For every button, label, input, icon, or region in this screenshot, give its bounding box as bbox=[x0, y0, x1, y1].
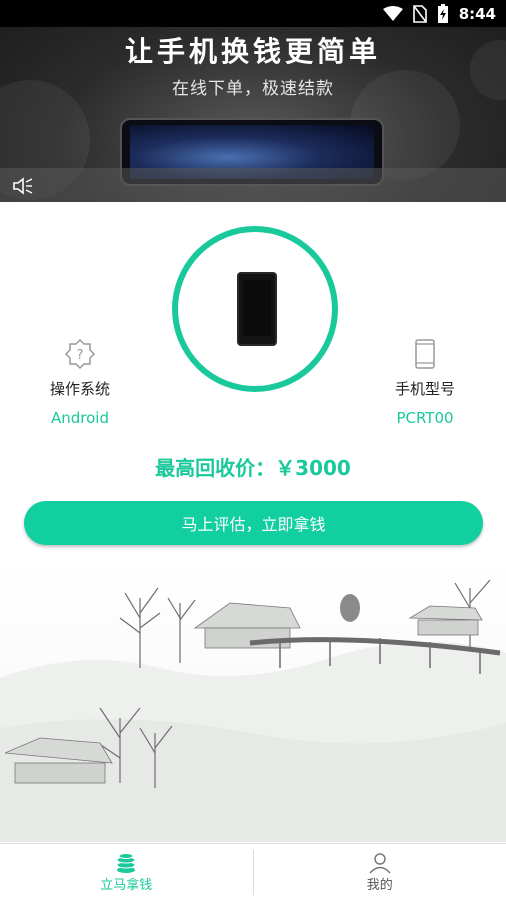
clock: 8:44 bbox=[459, 5, 496, 23]
os-info: ? 操作系统 Android bbox=[40, 338, 120, 427]
tab-get-money-label: 立马拿钱 bbox=[100, 874, 152, 893]
model-value: PCRT00 bbox=[385, 409, 465, 427]
svg-text:?: ? bbox=[77, 348, 84, 363]
user-icon bbox=[368, 852, 392, 874]
status-bar: 8:44 bbox=[0, 0, 506, 27]
device-circle bbox=[172, 226, 338, 392]
tab-mine-label: 我的 bbox=[367, 874, 393, 893]
model-info: 手机型号 PCRT00 bbox=[385, 338, 465, 427]
banner-subtitle: 在线下单，极速结款 bbox=[0, 74, 506, 99]
tab-mine[interactable]: 我的 bbox=[254, 844, 506, 901]
os-value: Android bbox=[40, 409, 120, 427]
wifi-icon bbox=[383, 6, 403, 22]
tab-get-money[interactable]: 立马拿钱 bbox=[0, 844, 253, 901]
phone-model-icon bbox=[414, 338, 436, 370]
model-label: 手机型号 bbox=[385, 378, 465, 399]
ink-landscape-illustration bbox=[0, 558, 506, 842]
os-question-icon: ? bbox=[64, 338, 96, 370]
evaluate-button[interactable]: 马上评估，立即拿钱 bbox=[24, 501, 483, 545]
os-label: 操作系统 bbox=[40, 378, 120, 399]
banner-title: 让手机换钱更简单 bbox=[0, 30, 506, 70]
speaker-mute-icon[interactable] bbox=[12, 176, 34, 200]
no-sim-icon bbox=[413, 5, 427, 23]
device-phone-image bbox=[237, 272, 277, 346]
max-recycle-price: 最高回收价：￥3000 bbox=[0, 452, 506, 481]
battery-charging-icon bbox=[437, 4, 449, 24]
bottom-navigation: 立马拿钱 我的 bbox=[0, 843, 506, 901]
coins-icon bbox=[114, 852, 138, 874]
promo-banner[interactable]: 让手机换钱更简单 在线下单，极速结款 bbox=[0, 0, 506, 202]
banner-control-strip bbox=[0, 168, 506, 202]
